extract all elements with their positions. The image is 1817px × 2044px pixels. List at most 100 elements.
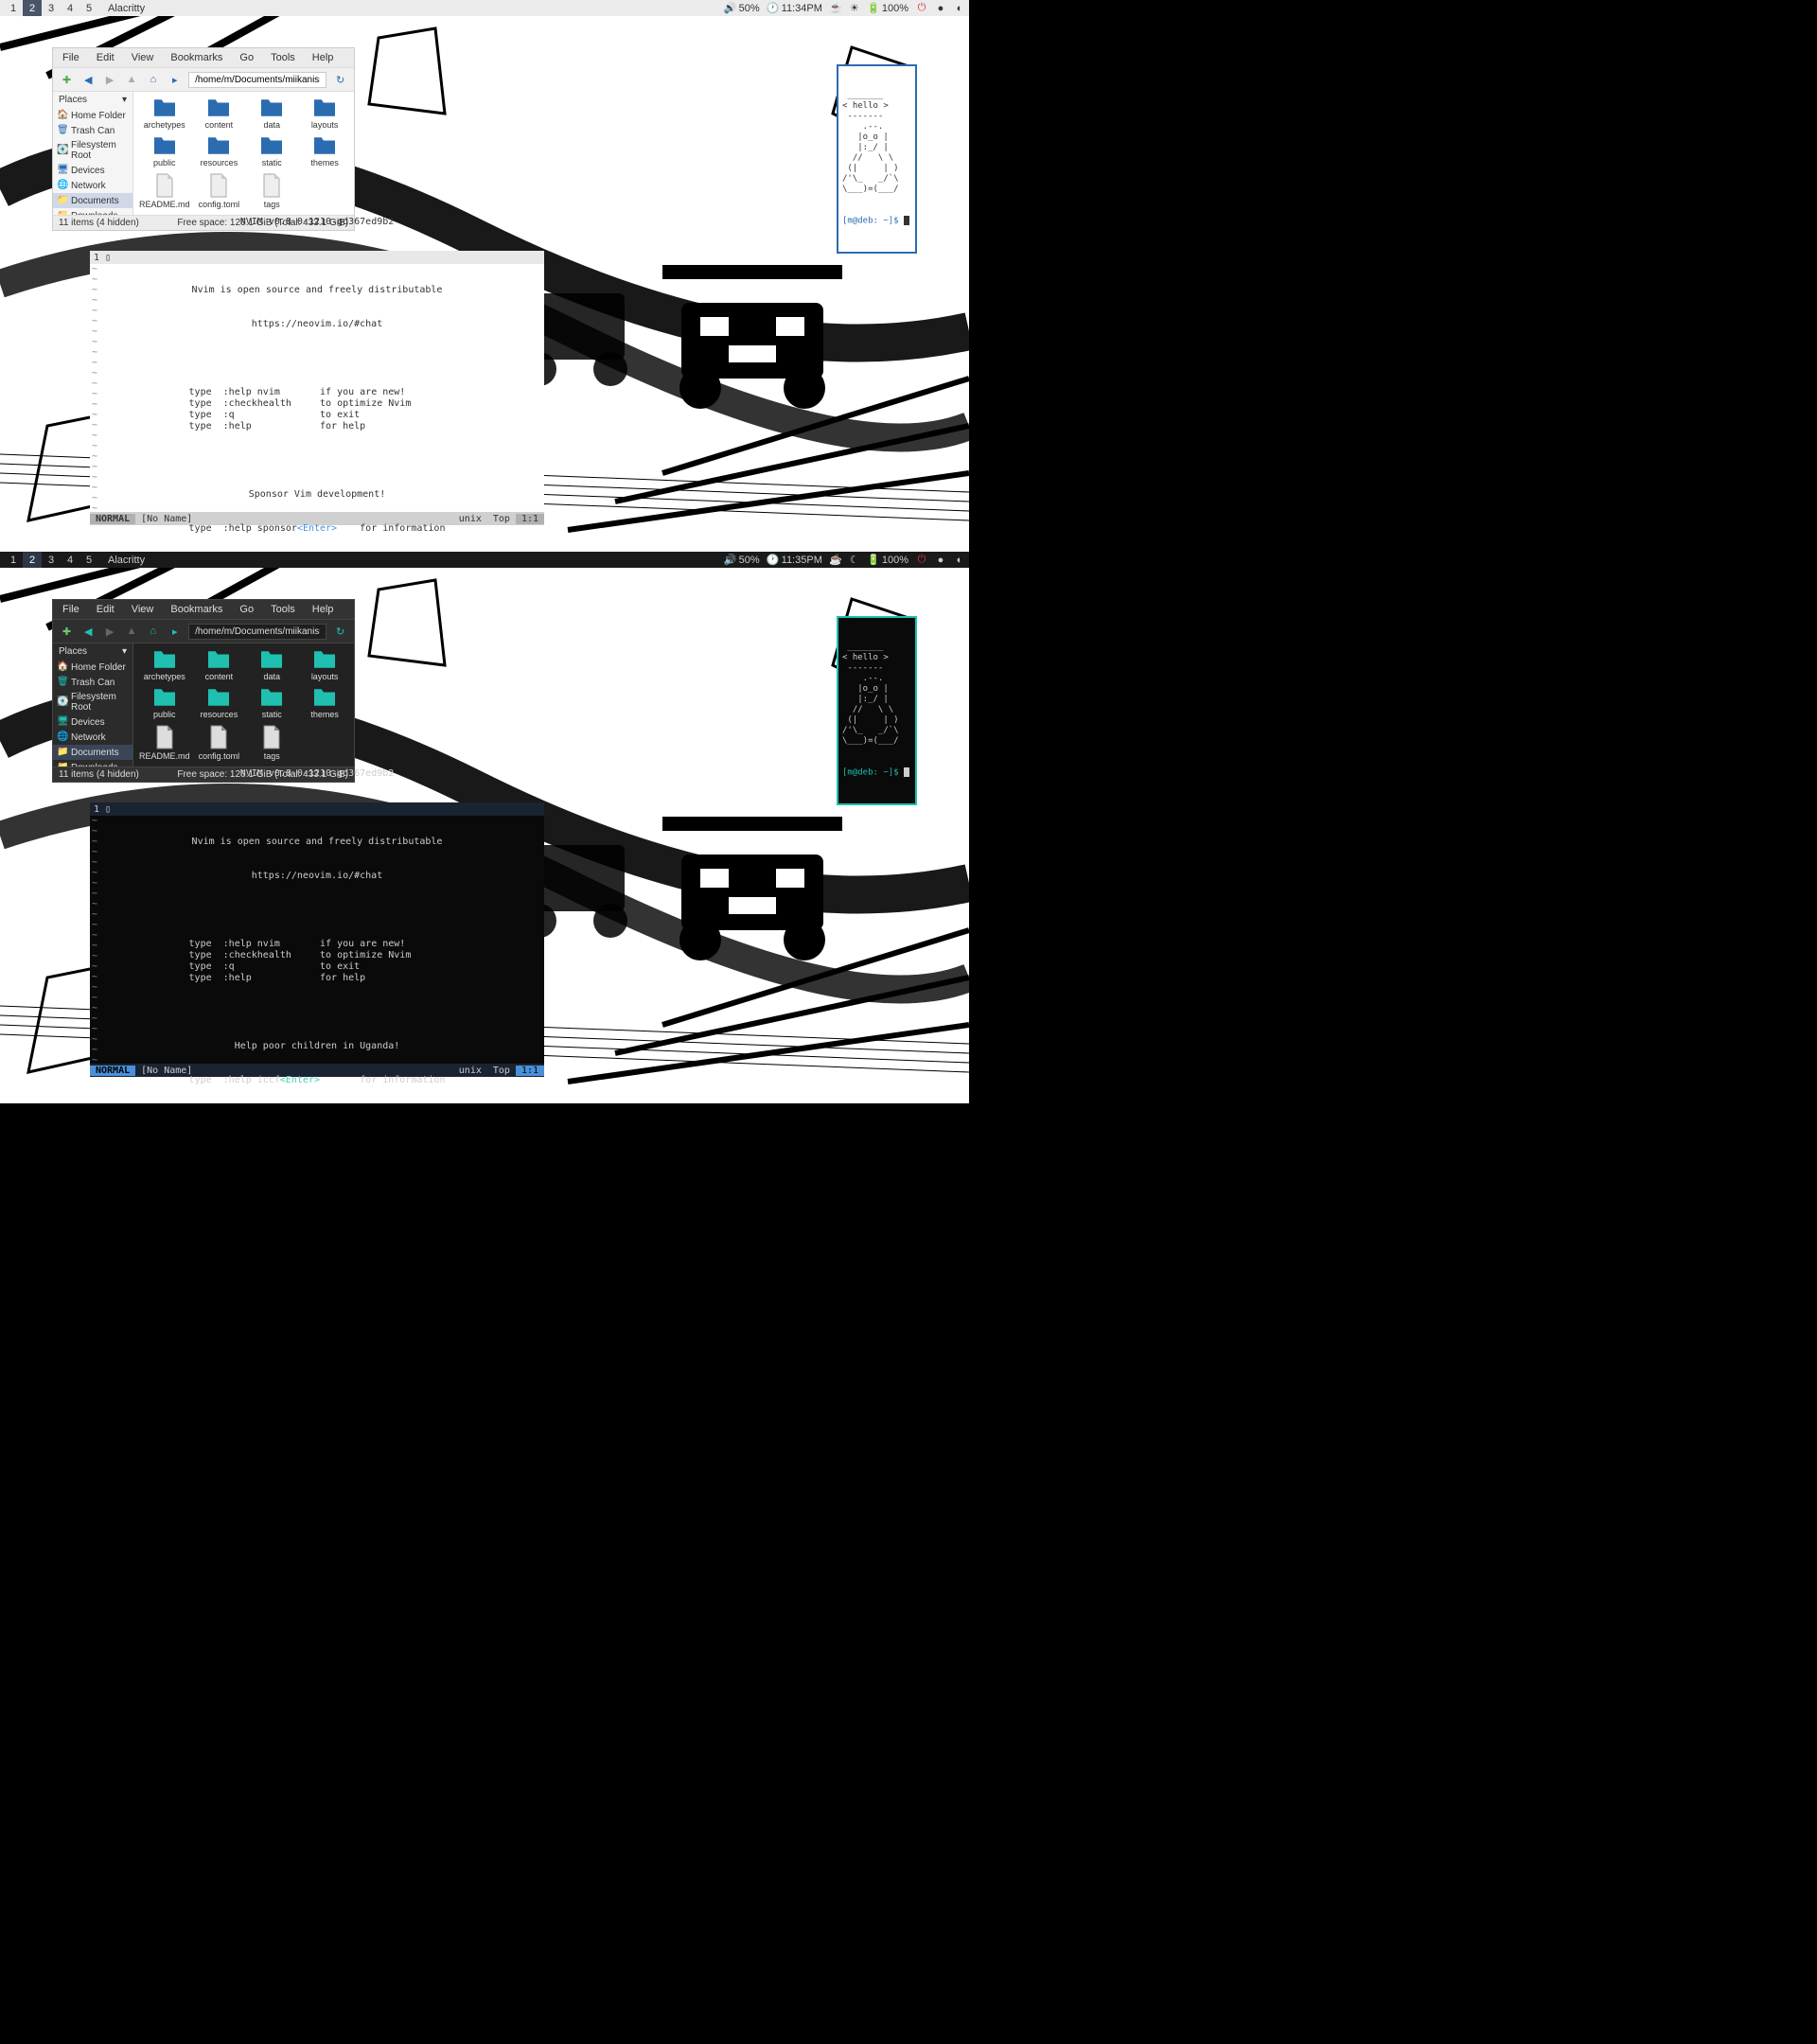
- tray-app-2[interactable]: ◐: [954, 3, 965, 14]
- menu-view[interactable]: View: [132, 604, 154, 615]
- battery-indicator[interactable]: 🔋100%: [868, 555, 908, 566]
- nvim-window[interactable]: 1 ▯ ~~~~~~~~~~~~~~~~~~~~~~~~ NVIM v0.8.0…: [90, 251, 544, 525]
- breadcrumb-button[interactable]: ▸: [167, 71, 183, 88]
- file-item-layouts[interactable]: layouts: [299, 96, 350, 132]
- file-item-data[interactable]: data: [246, 647, 297, 683]
- menu-tools[interactable]: Tools: [271, 604, 295, 615]
- file-item-static[interactable]: static: [246, 133, 297, 169]
- file-item-layouts[interactable]: layouts: [299, 647, 350, 683]
- workspace-3[interactable]: 3: [42, 552, 61, 568]
- file-item-themes[interactable]: themes: [299, 685, 350, 721]
- collapse-icon[interactable]: ▾: [122, 95, 127, 105]
- sidebar-filesystem-root[interactable]: 💽Filesystem Root: [53, 138, 132, 163]
- volume-indicator[interactable]: 🔊50%: [725, 3, 760, 14]
- folder-icon: [205, 135, 232, 156]
- workspace-2[interactable]: 2: [23, 0, 42, 16]
- sidebar-trash-can[interactable]: 🗑Trash Can: [53, 123, 132, 138]
- menu-help[interactable]: Help: [312, 52, 334, 63]
- breadcrumb-button[interactable]: ▸: [167, 623, 183, 640]
- sidebar-filesystem-root[interactable]: 💽Filesystem Root: [53, 690, 132, 714]
- back-button[interactable]: ◀: [80, 623, 97, 640]
- sidebar-devices[interactable]: 🖥Devices: [53, 163, 132, 178]
- nvim-window[interactable]: 1 ▯ ~~~~~~~~~~~~~~~~~~~~~~~~ NVIM v0.8.0…: [90, 802, 544, 1077]
- workspace-2[interactable]: 2: [23, 552, 42, 568]
- nvim-buffer[interactable]: ~~~~~~~~~~~~~~~~~~~~~~~~ NVIM v0.8.0-121…: [90, 816, 544, 1064]
- moon-indicator[interactable]: ☾: [849, 555, 860, 566]
- workspace-5[interactable]: 5: [79, 0, 98, 16]
- power-button[interactable]: ⏻: [916, 3, 927, 14]
- workspace-4[interactable]: 4: [61, 552, 79, 568]
- sidebar-network[interactable]: 🌐Network: [53, 178, 132, 193]
- file-item-archetypes[interactable]: archetypes: [137, 96, 192, 132]
- path-input[interactable]: [188, 72, 326, 88]
- menu-file[interactable]: File: [62, 52, 79, 63]
- menu-go[interactable]: Go: [239, 604, 254, 615]
- home-button[interactable]: ⌂: [145, 623, 161, 640]
- tilde: ~: [90, 264, 101, 274]
- sidebar-devices[interactable]: 🖥Devices: [53, 714, 132, 730]
- refresh-button[interactable]: ↻: [332, 623, 348, 640]
- file-item-themes[interactable]: themes: [299, 133, 350, 169]
- file-item-resources[interactable]: resources: [194, 685, 245, 721]
- home-button[interactable]: ⌂: [145, 71, 161, 88]
- file-item-static[interactable]: static: [246, 685, 297, 721]
- sidebar-downloads[interactable]: 📁Downloads: [53, 208, 132, 215]
- sun-indicator[interactable]: ☀: [849, 3, 860, 14]
- collapse-icon[interactable]: ▾: [122, 646, 127, 657]
- workspace-4[interactable]: 4: [61, 0, 79, 16]
- file-item-README-md[interactable]: README.md: [137, 171, 192, 211]
- nvim-fileformat: unix: [453, 514, 487, 524]
- workspace-5[interactable]: 5: [79, 552, 98, 568]
- menu-view[interactable]: View: [132, 52, 154, 63]
- file-item-public[interactable]: public: [137, 133, 192, 169]
- nvim-gutter: ~~~~~~~~~~~~~~~~~~~~~~~~: [90, 264, 101, 512]
- tray-app-2[interactable]: ◐: [954, 555, 965, 566]
- back-button[interactable]: ◀: [80, 71, 97, 88]
- file-item-content[interactable]: content: [194, 647, 245, 683]
- menu-bookmarks[interactable]: Bookmarks: [170, 604, 222, 615]
- menu-file[interactable]: File: [62, 604, 79, 615]
- menu-help[interactable]: Help: [312, 604, 334, 615]
- new-tab-button[interactable]: ✚: [59, 623, 75, 640]
- power-button[interactable]: ⏻: [916, 555, 927, 566]
- path-input[interactable]: [188, 624, 326, 640]
- up-button[interactable]: ▲: [124, 71, 140, 88]
- sidebar-home-folder[interactable]: 🏠Home Folder: [53, 660, 132, 675]
- volume-indicator[interactable]: 🔊50%: [725, 555, 760, 566]
- up-button[interactable]: ▲: [124, 623, 140, 640]
- clock[interactable]: 🕐11:34PM: [767, 3, 822, 14]
- refresh-button[interactable]: ↻: [332, 71, 348, 88]
- sidebar-trash-can[interactable]: 🗑Trash Can: [53, 675, 132, 690]
- sidebar-downloads[interactable]: 📁Downloads: [53, 760, 132, 766]
- battery-indicator[interactable]: 🔋100%: [868, 3, 908, 14]
- coffee-indicator[interactable]: ☕: [830, 555, 841, 566]
- tray-app-1[interactable]: ●: [935, 555, 946, 566]
- menu-go[interactable]: Go: [239, 52, 254, 63]
- menu-tools[interactable]: Tools: [271, 52, 295, 63]
- menu-bookmarks[interactable]: Bookmarks: [170, 52, 222, 63]
- workspace-1[interactable]: 1: [4, 552, 23, 568]
- menu-edit[interactable]: Edit: [97, 52, 115, 63]
- sidebar-network[interactable]: 🌐Network: [53, 730, 132, 745]
- coffee-indicator[interactable]: ☕: [830, 3, 841, 14]
- tray-app-1[interactable]: ●: [935, 3, 946, 14]
- file-item-resources[interactable]: resources: [194, 133, 245, 169]
- terminal-window[interactable]: _______ < hello > ------- .--. |o_o | |:…: [837, 64, 917, 254]
- file-item-data[interactable]: data: [246, 96, 297, 132]
- forward-button[interactable]: ▶: [102, 71, 118, 88]
- file-item-archetypes[interactable]: archetypes: [137, 647, 192, 683]
- menu-edit[interactable]: Edit: [97, 604, 115, 615]
- sidebar-documents[interactable]: 📁Documents: [53, 193, 132, 208]
- nvim-buffer[interactable]: ~~~~~~~~~~~~~~~~~~~~~~~~ NVIM v0.8.0-121…: [90, 264, 544, 512]
- file-item-README-md[interactable]: README.md: [137, 723, 192, 763]
- forward-button[interactable]: ▶: [102, 623, 118, 640]
- file-item-public[interactable]: public: [137, 685, 192, 721]
- sidebar-home-folder[interactable]: 🏠Home Folder: [53, 108, 132, 123]
- file-item-content[interactable]: content: [194, 96, 245, 132]
- terminal-window[interactable]: _______ < hello > ------- .--. |o_o | |:…: [837, 616, 917, 805]
- workspace-3[interactable]: 3: [42, 0, 61, 16]
- sidebar-documents[interactable]: 📁Documents: [53, 745, 132, 760]
- workspace-1[interactable]: 1: [4, 0, 23, 16]
- new-tab-button[interactable]: ✚: [59, 71, 75, 88]
- clock[interactable]: 🕐11:35PM: [767, 555, 822, 566]
